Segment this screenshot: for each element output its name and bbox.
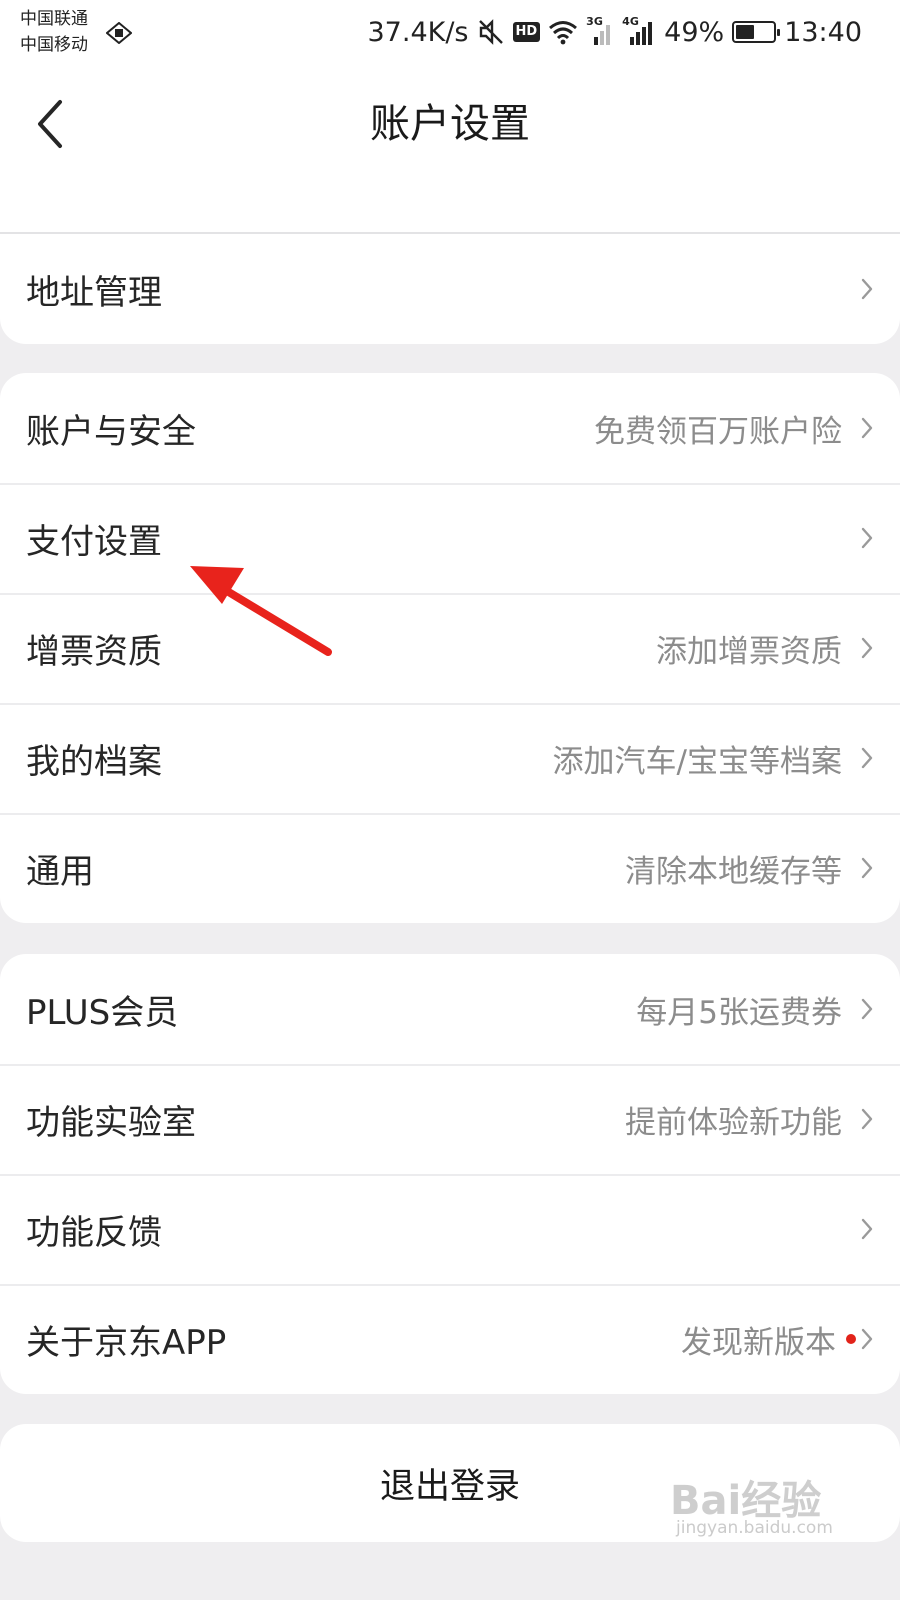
row-label: 关于京东APP xyxy=(26,1322,227,1363)
row-label: 增票资质 xyxy=(26,631,162,672)
hd-badge: HD xyxy=(512,22,541,42)
row-label: 支付设置 xyxy=(26,521,162,562)
signal-4g: 4G xyxy=(622,15,656,45)
row-label: PLUS会员 xyxy=(26,992,179,1033)
chevron-right-icon xyxy=(861,527,873,549)
baidu-watermark: Bai经验 jingyan.baidu.com xyxy=(670,1460,840,1550)
row-label: 我的档案 xyxy=(26,741,162,782)
row-value: 免费领百万账户险 xyxy=(594,413,842,450)
chevron-right-icon xyxy=(861,1218,873,1240)
signal-3g: 3G xyxy=(586,15,614,45)
net-speed: 37.4K/s xyxy=(367,16,469,48)
settings-row-invoice[interactable]: 增票资质 添加增票资质 xyxy=(0,593,900,703)
row-value: 清除本地缓存等 xyxy=(625,853,842,890)
chevron-right-icon xyxy=(861,857,873,879)
row-label: 功能反馈 xyxy=(26,1212,162,1253)
carrier-info: 中国联通 中国移动 xyxy=(20,6,88,58)
chevron-right-icon xyxy=(861,278,873,300)
row-label: 通用 xyxy=(26,851,94,892)
battery-percent: 49% xyxy=(664,16,725,48)
row-value: 发现新版本 xyxy=(681,1324,836,1361)
carrier-2: 中国移动 xyxy=(20,35,88,55)
settings-row-account-security[interactable]: 账户与安全 免费领百万账户险 xyxy=(0,373,900,483)
block-notification-icon xyxy=(106,22,132,44)
row-value: 每月5张运费券 xyxy=(636,994,842,1031)
settings-row-feedback[interactable]: 功能反馈 xyxy=(0,1174,900,1284)
page-title: 账户设置 xyxy=(370,101,530,147)
chevron-right-icon xyxy=(861,417,873,439)
status-bar: 中国联通 中国移动 37.4K/s HD 3G 4G 49% 13:40 xyxy=(0,0,900,68)
settings-row-payment[interactable]: 支付设置 xyxy=(0,483,900,593)
carrier-1: 中国联通 xyxy=(20,9,88,29)
chevron-right-icon xyxy=(861,1328,873,1350)
row-label: 账户与安全 xyxy=(26,411,196,452)
status-right: 37.4K/s HD 3G 4G 49% 13:40 xyxy=(368,12,863,52)
row-label: 地址管理 xyxy=(26,272,162,313)
settings-row-address[interactable]: 地址管理 xyxy=(0,234,900,344)
chevron-right-icon xyxy=(861,747,873,769)
row-value: 添加汽车/宝宝等档案 xyxy=(552,743,842,780)
chevron-right-icon xyxy=(861,637,873,659)
watermark-url: jingyan.baidu.com xyxy=(676,1518,833,1538)
chevron-right-icon xyxy=(861,998,873,1020)
new-version-dot xyxy=(846,1334,856,1344)
battery-level xyxy=(736,25,755,39)
settings-row-profile[interactable]: 我的档案 添加汽车/宝宝等档案 xyxy=(0,703,900,813)
row-label: 功能实验室 xyxy=(26,1102,196,1143)
settings-group-address: 地址管理 xyxy=(0,234,900,344)
settings-row-plus[interactable]: PLUS会员 每月5张运费券 xyxy=(0,954,900,1064)
mute-icon xyxy=(478,19,503,45)
battery-icon xyxy=(732,21,781,43)
chevron-right-icon xyxy=(861,1108,873,1130)
settings-row-about[interactable]: 关于京东APP 发现新版本 xyxy=(0,1284,900,1394)
navigation-bar: 账户设置 xyxy=(0,68,900,232)
row-value: 提前体验新功能 xyxy=(625,1104,842,1141)
row-value: 添加增票资质 xyxy=(656,633,842,670)
settings-group-account: 账户与安全 免费领百万账户险 支付设置 增票资质 添加增票资质 我的档案 添加汽… xyxy=(0,373,900,923)
wifi-icon xyxy=(549,21,578,45)
clock: 13:40 xyxy=(784,16,862,48)
settings-group-misc: PLUS会员 每月5张运费券 功能实验室 提前体验新功能 功能反馈 关于京东AP… xyxy=(0,954,900,1394)
settings-row-general[interactable]: 通用 清除本地缓存等 xyxy=(0,813,900,923)
settings-row-lab[interactable]: 功能实验室 提前体验新功能 xyxy=(0,1064,900,1174)
